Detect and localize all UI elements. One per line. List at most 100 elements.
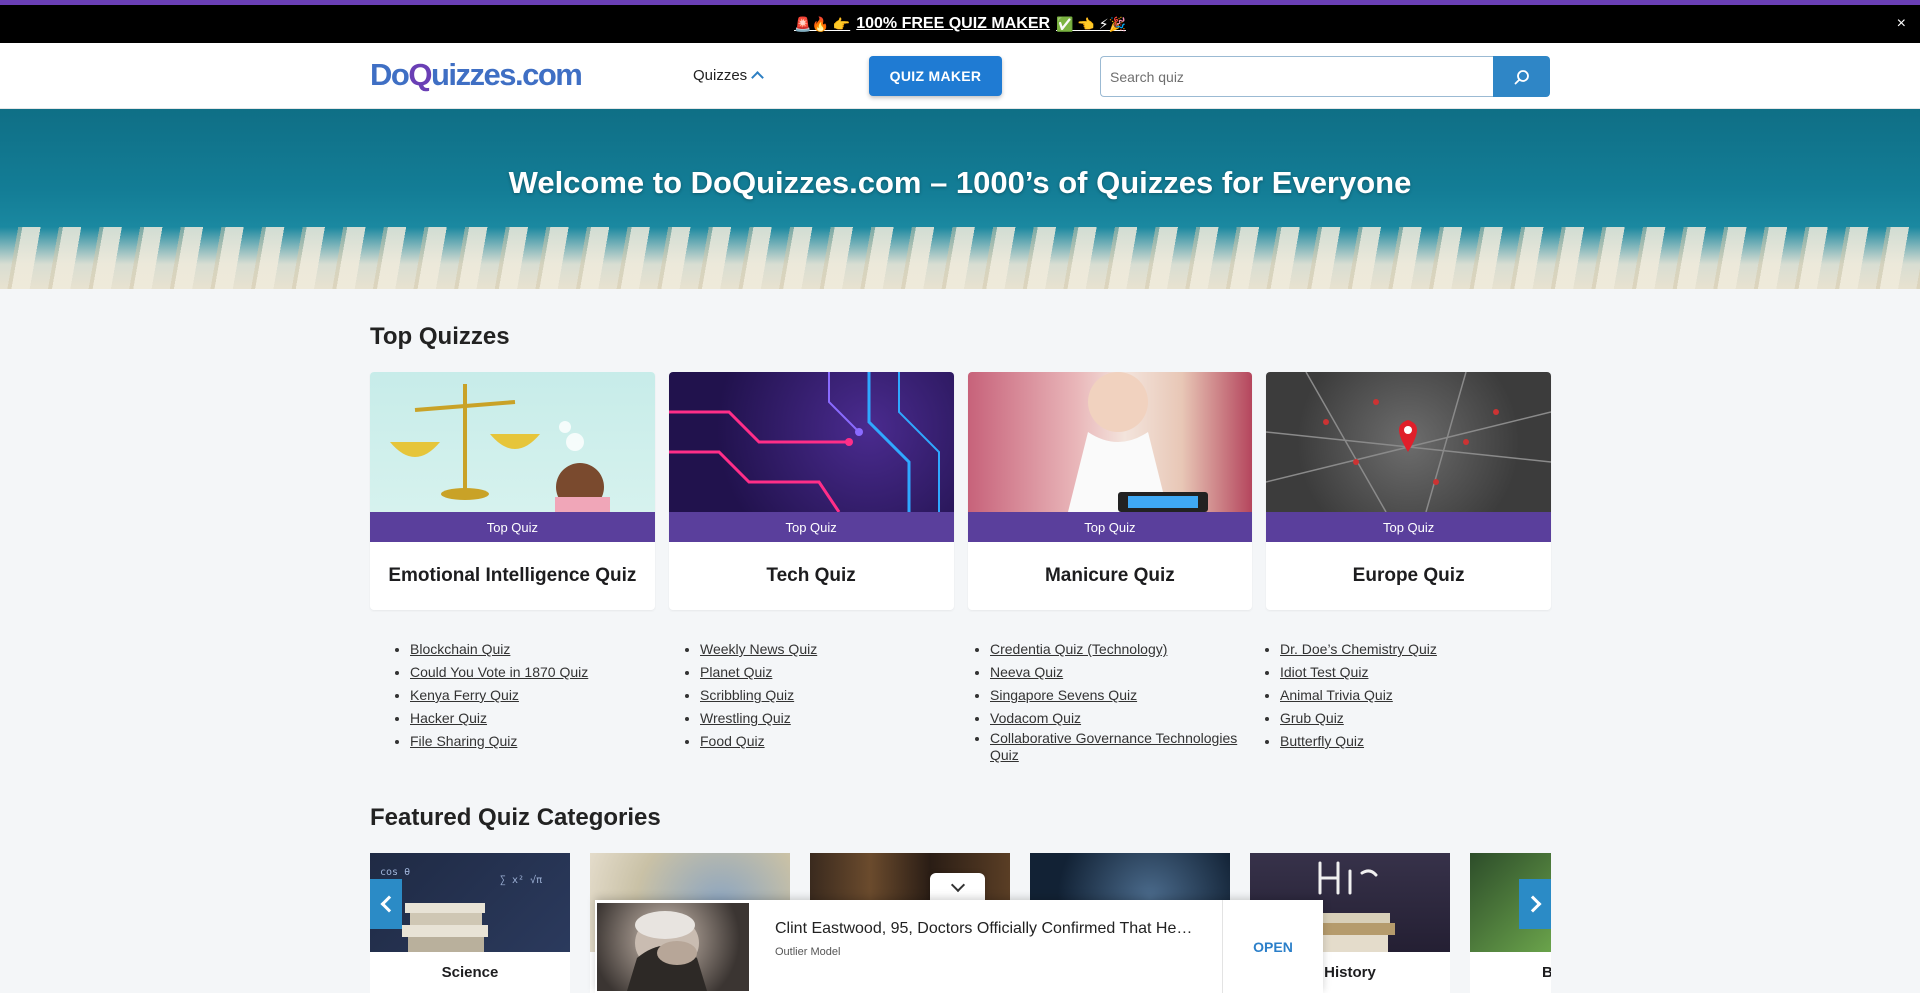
quiz-link-column: Dr. Doe’s Chemistry Quiz Idiot Test Quiz…: [1240, 638, 1530, 764]
list-item: Vodacom Quiz: [990, 707, 1240, 730]
card-title: Emotional Intelligence Quiz: [388, 565, 637, 586]
ad-headline[interactable]: Clint Eastwood, 95, Doctors Officially C…: [775, 918, 1202, 940]
card-title: Europe Quiz: [1352, 565, 1465, 586]
list-item: Scribbling Quiz: [700, 684, 950, 707]
hero-books-image: [0, 227, 1920, 289]
promo-text[interactable]: 100% FREE QUIZ MAKER: [856, 15, 1050, 33]
search-bar: [1100, 56, 1550, 97]
quiz-card-europe[interactable]: Top Quiz Europe Quiz: [1266, 372, 1551, 610]
nav-quizzes-label: Quizzes: [693, 67, 748, 84]
category-label: Science: [441, 964, 499, 981]
card-badge: Top Quiz: [668, 512, 954, 542]
top-quiz-cards: Top Quiz Emotional Intelligence Quiz Top…: [370, 372, 1551, 610]
quiz-link[interactable]: Hacker Quiz: [410, 710, 487, 726]
card-badge: Top Quiz: [967, 512, 1253, 542]
manicure-illustration: [1067, 372, 1208, 512]
ad-text-block: Clint Eastwood, 95, Doctors Officially C…: [749, 900, 1223, 993]
list-item: Butterfly Quiz: [1280, 730, 1530, 753]
quiz-link[interactable]: Could You Vote in 1870 Quiz: [410, 664, 588, 680]
carousel-next-button[interactable]: [1519, 879, 1551, 929]
quiz-link[interactable]: Singapore Sevens Quiz: [990, 687, 1137, 703]
logo-q: Q: [408, 57, 432, 92]
circuit-illustration: [668, 372, 940, 512]
quiz-link[interactable]: Wrestling Quiz: [700, 710, 791, 726]
quiz-link[interactable]: Scribbling Quiz: [700, 687, 794, 703]
svg-text:∑ x² √π: ∑ x² √π: [500, 874, 542, 886]
nav-quizzes-menu[interactable]: Quizzes: [693, 67, 765, 84]
site-header: DoQuizzes.com Quizzes QUIZ MAKER: [0, 43, 1920, 109]
search-icon: [1514, 69, 1529, 84]
list-item: Idiot Test Quiz: [1280, 661, 1530, 684]
quiz-link[interactable]: Animal Trivia Quiz: [1280, 687, 1393, 703]
ad-collapse-button[interactable]: [930, 873, 985, 901]
quiz-link[interactable]: Dr. Doe’s Chemistry Quiz: [1280, 641, 1437, 657]
list-item: Hacker Quiz: [410, 707, 660, 730]
featured-categories-heading: Featured Quiz Categories: [370, 804, 661, 831]
site-logo[interactable]: DoQuizzes.com: [370, 57, 583, 93]
list-item: Wrestling Quiz: [700, 707, 950, 730]
quiz-link-column: Blockchain Quiz Could You Vote in 1870 Q…: [370, 638, 660, 764]
chevron-right-icon: [1524, 895, 1541, 913]
quiz-link[interactable]: Planet Quiz: [700, 664, 772, 680]
quiz-link-column: Weekly News Quiz Planet Quiz Scribbling …: [660, 638, 950, 764]
quiz-card-emotional-intelligence[interactable]: Top Quiz Emotional Intelligence Quiz: [370, 372, 655, 610]
carousel-prev-button[interactable]: [370, 879, 402, 929]
list-item: Collaborative Governance Technologies Qu…: [990, 730, 1240, 764]
quiz-link[interactable]: File Sharing Quiz: [410, 733, 517, 749]
list-item: Credentia Quiz (Technology): [990, 638, 1240, 661]
list-item: Could You Vote in 1870 Quiz: [410, 661, 660, 684]
card-title: Manicure Quiz: [1044, 565, 1175, 586]
top-quizzes-heading: Top Quizzes: [370, 323, 510, 350]
quiz-link[interactable]: Food Quiz: [700, 733, 765, 749]
list-item: Grub Quiz: [1280, 707, 1530, 730]
list-item: File Sharing Quiz: [410, 730, 660, 753]
quiz-link[interactable]: Idiot Test Quiz: [1280, 664, 1368, 680]
quiz-link[interactable]: Blockchain Quiz: [410, 641, 510, 657]
list-item: Dr. Doe’s Chemistry Quiz: [1280, 638, 1530, 661]
ad-open-button[interactable]: OPEN: [1223, 900, 1323, 993]
quiz-card-image: [370, 372, 655, 512]
quiz-card-image: [1266, 372, 1551, 512]
quiz-link[interactable]: Credentia Quiz (Technology): [990, 641, 1167, 657]
search-input[interactable]: [1100, 56, 1493, 97]
quiz-link[interactable]: Grub Quiz: [1280, 710, 1344, 726]
list-item: Weekly News Quiz: [700, 638, 950, 661]
quiz-link[interactable]: Collaborative Governance Technologies Qu…: [990, 730, 1237, 763]
card-badge: Top Quiz: [1266, 512, 1551, 542]
hero-title: Welcome to DoQuizzes.com – 1000’s of Qui…: [508, 165, 1412, 200]
quiz-link[interactable]: Butterfly Quiz: [1280, 733, 1364, 749]
close-icon[interactable]: ×: [1897, 15, 1906, 33]
promo-link[interactable]: 🚨🔥 👉 100% FREE QUIZ MAKER ✅ 👈 ⚡🎉: [794, 15, 1126, 33]
quiz-link[interactable]: Vodacom Quiz: [990, 710, 1081, 726]
list-item: Planet Quiz: [700, 661, 950, 684]
ad-photo: [627, 911, 707, 991]
search-button[interactable]: [1493, 56, 1550, 97]
quiz-link[interactable]: Weekly News Quiz: [700, 641, 817, 657]
quiz-card-image: [668, 372, 954, 512]
scales-illustration: [390, 384, 610, 512]
sticky-ad-banner[interactable]: Clint Eastwood, 95, Doctors Officially C…: [595, 900, 1323, 993]
logo-do: Do: [370, 57, 410, 92]
card-title: Tech Quiz: [766, 565, 856, 586]
quiz-link[interactable]: Kenya Ferry Quiz: [410, 687, 519, 703]
list-item: Food Quiz: [700, 730, 950, 753]
ad-image: [597, 903, 749, 991]
ad-source: Outlier Model: [775, 946, 841, 958]
quiz-link-columns: Blockchain Quiz Could You Vote in 1870 Q…: [370, 638, 1551, 764]
map-pin-illustration: [1266, 372, 1551, 512]
chevron-down-icon: [950, 877, 965, 892]
list-item: Kenya Ferry Quiz: [410, 684, 660, 707]
quiz-card-manicure[interactable]: Top Quiz Manicure Quiz: [967, 372, 1253, 610]
promo-emoji-left: 🚨🔥 👉: [794, 15, 851, 32]
quiz-link-column: Credentia Quiz (Technology) Neeva Quiz S…: [950, 638, 1240, 764]
chevron-left-icon: [380, 895, 397, 913]
svg-text:cos θ: cos θ: [380, 867, 410, 878]
list-item: Singapore Sevens Quiz: [990, 684, 1240, 707]
quiz-link[interactable]: Neeva Quiz: [990, 664, 1063, 680]
quiz-maker-button[interactable]: QUIZ MAKER: [869, 56, 1002, 96]
quiz-card-image: [967, 372, 1253, 512]
chevron-up-icon: [751, 71, 765, 84]
promo-emoji-right: ✅ 👈 ⚡🎉: [1056, 15, 1126, 32]
logo-rest: uizzes.com: [430, 57, 583, 92]
quiz-card-tech[interactable]: Top Quiz Tech Quiz: [668, 372, 954, 610]
